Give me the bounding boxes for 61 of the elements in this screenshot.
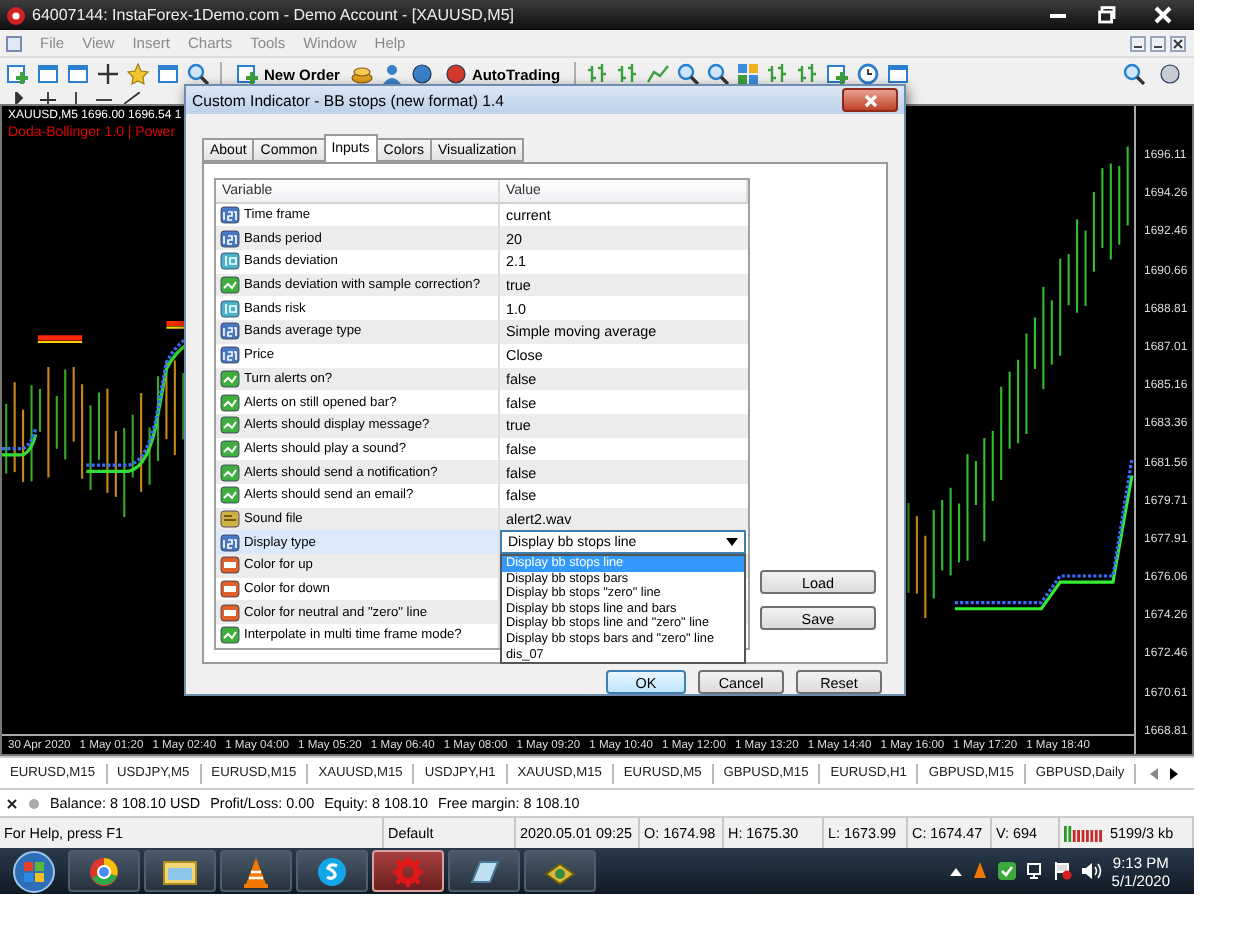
autoscroll-icon[interactable]: [796, 62, 821, 86]
taskbar-app-button[interactable]: [144, 850, 216, 892]
restore-child-icon[interactable]: [1130, 35, 1146, 51]
magnifier-icon[interactable]: [186, 62, 210, 86]
candle-chart-icon[interactable]: [616, 62, 641, 86]
string-type-icon: [220, 509, 240, 528]
gear-icon: [392, 855, 424, 887]
enum-type-icon: [220, 533, 240, 552]
tray-cone-icon[interactable]: [971, 862, 988, 880]
close-child-icon[interactable]: [1170, 35, 1186, 51]
scroll-right-icon[interactable]: [1170, 767, 1178, 779]
window-stack-icon[interactable]: [36, 62, 60, 86]
zoom-in-icon[interactable]: [676, 62, 701, 86]
template-icon[interactable]: [886, 62, 911, 86]
folder-icon: [162, 857, 198, 885]
crosshair-icon[interactable]: [96, 62, 120, 86]
zoom-out-icon[interactable]: [706, 62, 731, 86]
close-icon: [863, 93, 877, 107]
star-icon[interactable]: [126, 62, 150, 86]
chat-app-icon: [316, 855, 348, 887]
book-icon: [544, 857, 576, 885]
flag-alert-icon[interactable]: [1053, 862, 1072, 880]
autotrading-icon: [443, 62, 468, 86]
app-logo-icon: [6, 5, 26, 25]
caret-icon: [726, 538, 738, 547]
taskbar-app-button[interactable]: [68, 850, 140, 892]
taskbar-app-button[interactable]: [448, 850, 520, 892]
speaker-icon[interactable]: [1081, 862, 1102, 880]
chart-window-icon[interactable]: [66, 62, 90, 86]
coins-icon[interactable]: [349, 62, 374, 86]
panel-icon[interactable]: [156, 62, 180, 86]
window-title: 64007144: InstaForex-1Demo.com - Demo Account - [XAUUSD,M5]: [32, 6, 514, 24]
chart-doc-icon: [6, 35, 22, 51]
network-icon[interactable]: [1025, 862, 1044, 880]
dialog-close-button[interactable]: [842, 88, 898, 112]
window-add-icon[interactable]: [6, 62, 30, 86]
chart-shift-icon[interactable]: [766, 62, 791, 86]
browser-icon: [88, 855, 120, 887]
new-order-icon: [236, 62, 260, 86]
tray-check-icon[interactable]: [997, 862, 1016, 880]
taskbar-app-button[interactable]: [220, 850, 292, 892]
close-panel-icon[interactable]: [6, 797, 18, 809]
person-icon[interactable]: [379, 62, 404, 86]
taskbar-app-button[interactable]: [296, 850, 368, 892]
traffic-cone-icon: [242, 855, 270, 887]
notepad-icon: [468, 857, 500, 885]
scroll-left-icon[interactable]: [1150, 767, 1158, 779]
taskbar-app-button[interactable]: [524, 850, 596, 892]
bar-chart-icon[interactable]: [586, 62, 611, 86]
trend-line-icon[interactable]: [124, 92, 140, 104]
tray-expand-icon[interactable]: [949, 867, 962, 875]
crosshair-tool-icon[interactable]: [40, 92, 56, 104]
maximize-icon: [1097, 6, 1115, 24]
tiles-icon[interactable]: [736, 62, 761, 86]
status-dot-icon: [28, 797, 40, 809]
minimize-icon: [1050, 13, 1066, 17]
indicator-add-icon[interactable]: [826, 62, 851, 86]
clock-icon[interactable]: [856, 62, 881, 86]
search-icon[interactable]: [1122, 62, 1146, 86]
connection-bars-icon: [1064, 825, 1104, 841]
close-icon: [1153, 6, 1171, 24]
